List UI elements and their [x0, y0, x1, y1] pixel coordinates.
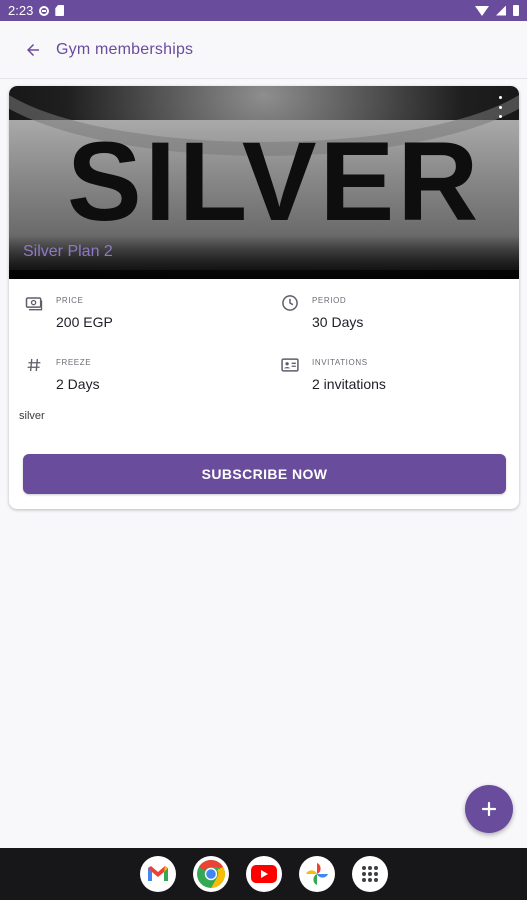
add-fab-button[interactable]	[465, 785, 513, 833]
detail-price: PRICE 200 EGP	[21, 290, 113, 330]
gmail-icon[interactable]	[139, 856, 176, 892]
cash-icon	[21, 290, 47, 316]
app-bar: Gym memberships	[0, 21, 527, 79]
detail-value: 200 EGP	[56, 314, 113, 330]
subscribe-button[interactable]: SUBSCRIBE NOW	[23, 454, 506, 494]
back-button[interactable]	[12, 29, 54, 71]
youtube-icon[interactable]	[245, 856, 282, 892]
sim-card-icon	[55, 5, 65, 16]
photos-icon[interactable]	[298, 856, 335, 892]
status-time: 2:23	[8, 3, 34, 18]
page-title: Gym memberships	[56, 40, 194, 58]
status-bar: 2:23	[0, 0, 527, 21]
notification-circle-icon	[39, 5, 50, 16]
hash-icon	[21, 352, 47, 378]
detail-label: PERIOD	[312, 296, 347, 305]
detail-invitations: INVITATIONS 2 invitations	[277, 352, 386, 392]
detail-period: PERIOD 30 Days	[277, 290, 363, 330]
membership-card[interactable]: SILVER Silver Plan 2 PRICE 200 EGP PERIO…	[9, 86, 519, 509]
plan-description: silver	[19, 410, 45, 422]
chrome-icon[interactable]	[192, 856, 229, 892]
id-card-icon	[277, 352, 303, 378]
detail-label: FREEZE	[56, 358, 92, 367]
more-vert-icon[interactable]	[493, 96, 507, 118]
detail-value: 30 Days	[312, 314, 364, 330]
detail-value: 2 invitations	[312, 376, 386, 392]
plus-icon	[481, 801, 497, 817]
detail-freeze: FREEZE 2 Days	[21, 352, 100, 392]
plan-image: SILVER Silver Plan 2	[9, 86, 519, 279]
clock-icon	[277, 290, 303, 316]
battery-icon	[513, 5, 519, 16]
cell-signal-icon	[496, 5, 506, 16]
arrow-back-icon	[27, 43, 39, 56]
taskbar	[0, 848, 527, 900]
wifi-icon	[475, 5, 489, 16]
image-silver-text: SILVER	[67, 119, 482, 244]
detail-label: PRICE	[56, 296, 84, 305]
app-drawer-icon[interactable]	[351, 856, 388, 892]
detail-label: INVITATIONS	[312, 358, 368, 367]
detail-value: 2 Days	[56, 376, 100, 392]
plan-name: Silver Plan 2	[23, 243, 113, 260]
